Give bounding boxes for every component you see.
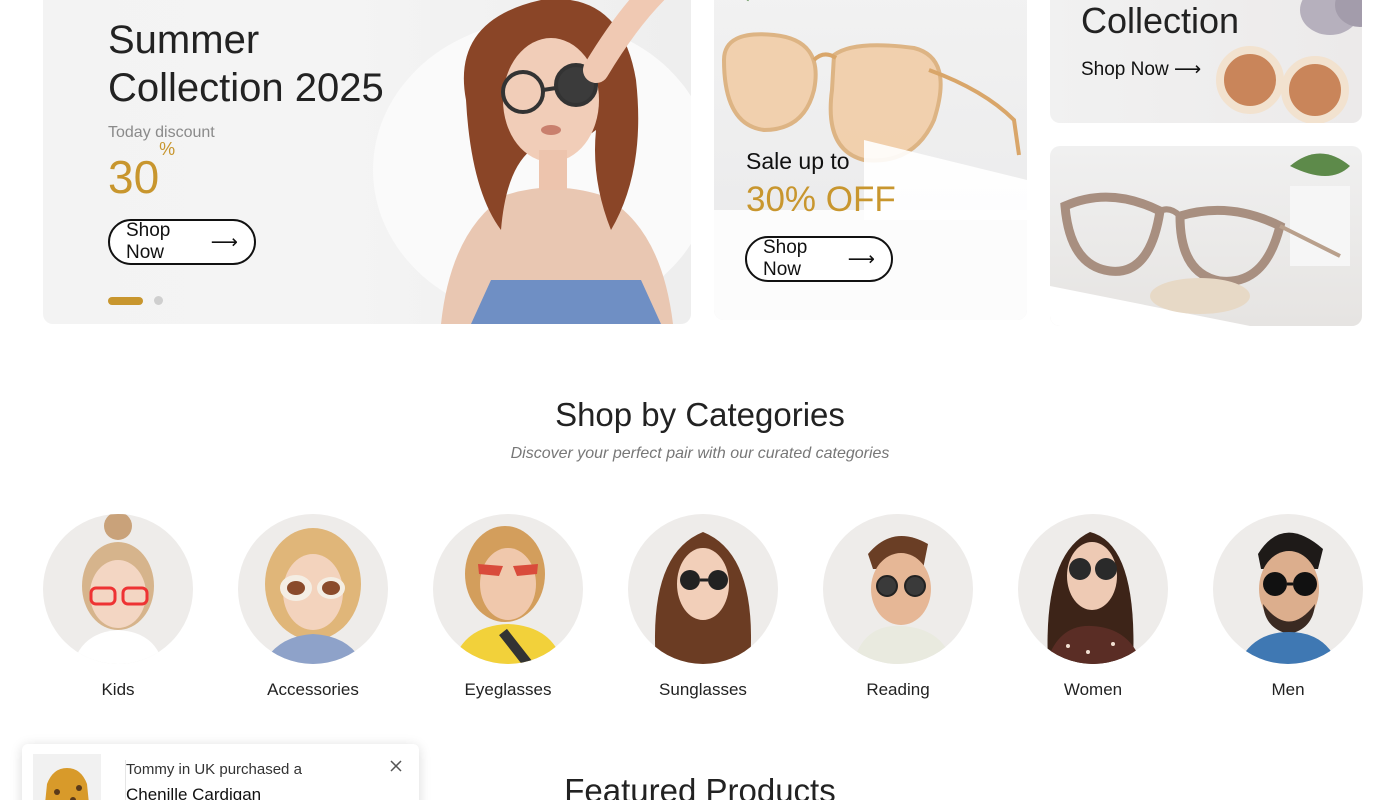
slider-dot-active[interactable]	[108, 296, 143, 305]
close-icon[interactable]	[388, 758, 404, 774]
hero-shop-now-button[interactable]: Shop Now ⟶	[108, 219, 256, 265]
category-kids[interactable]: Kids	[43, 514, 193, 700]
promo-title: Sale up to	[746, 148, 850, 174]
product-thumbnail	[33, 754, 101, 800]
side-banner-bottom[interactable]	[1050, 146, 1362, 326]
discount-unit: %	[159, 138, 176, 159]
category-label: Reading	[866, 680, 930, 699]
promo-shop-now-label: Shop Now	[763, 237, 808, 280]
reading-portrait-icon[interactable]	[823, 514, 973, 664]
categories-title: Shop by Categories	[555, 396, 845, 433]
category-sunglasses[interactable]: Sunglasses	[628, 514, 778, 700]
hero-shop-now-label: Shop Now	[126, 220, 171, 263]
category-label: Sunglasses	[659, 680, 747, 699]
category-men[interactable]: Men	[1213, 514, 1363, 700]
categories-list: Kids Accessories Eyeglasses Sunglasses R…	[43, 514, 1363, 700]
hero-title-line2: Collection 2025	[108, 66, 384, 110]
category-women[interactable]: Women	[1018, 514, 1168, 700]
model-with-sunglasses-image	[441, 0, 673, 324]
category-label: Kids	[101, 680, 135, 699]
category-label: Accessories	[267, 680, 359, 699]
category-label: Men	[1271, 680, 1305, 699]
categories-subtitle: Discover your perfect pair with our cura…	[510, 445, 890, 462]
men-portrait-icon[interactable]	[1213, 514, 1363, 664]
toast-product-name[interactable]: Chenille Cardigan	[126, 785, 261, 800]
category-accessories[interactable]: Accessories	[238, 514, 388, 700]
purchase-notification[interactable]: Tommy in UK purchased a Chenille Cardiga…	[22, 744, 419, 800]
hero-title-line1: Summer	[108, 18, 260, 62]
side-banner-link-label: Shop Now	[1081, 59, 1169, 80]
promo-offer: 30% OFF	[746, 180, 896, 219]
arrow-right-icon: ⟶	[210, 231, 238, 253]
slider-dots	[108, 296, 163, 305]
accessories-portrait-icon[interactable]	[238, 514, 388, 664]
category-eyeglasses[interactable]: Eyeglasses	[433, 514, 583, 700]
eyeglasses-portrait-icon[interactable]	[433, 514, 583, 664]
slider-dot[interactable]	[154, 296, 163, 305]
arrow-right-icon: ⟶	[847, 248, 875, 270]
hero-title: Summer Collection 2025	[108, 16, 384, 112]
arrow-right-icon: ⟶	[1173, 59, 1202, 80]
side-banner-title: Collection	[1081, 0, 1240, 41]
toast-message: Tommy in UK purchased a	[126, 761, 302, 778]
category-label: Eyeglasses	[464, 680, 552, 699]
category-label: Women	[1063, 680, 1123, 699]
kid-portrait-icon[interactable]	[43, 514, 193, 664]
promo-shop-now-button[interactable]: Shop Now ⟶	[745, 236, 893, 282]
cat-eye-glasses-image	[1050, 153, 1350, 326]
sunglasses-portrait-icon[interactable]	[628, 514, 778, 664]
category-reading[interactable]: Reading	[823, 514, 973, 700]
side-banner-top: Collection Shop Now ⟶	[1050, 0, 1362, 123]
hero-discount: 30%	[108, 139, 175, 204]
women-portrait-icon[interactable]	[1018, 514, 1168, 664]
promo-banner: Sale up to 30% OFF Shop Now ⟶	[714, 0, 1027, 320]
side-banner-shop-now-link[interactable]: Shop Now ⟶	[1081, 58, 1201, 81]
hero-banner: Summer Collection 2025 Today discount 30…	[43, 0, 691, 324]
discount-value: 30	[108, 151, 160, 203]
